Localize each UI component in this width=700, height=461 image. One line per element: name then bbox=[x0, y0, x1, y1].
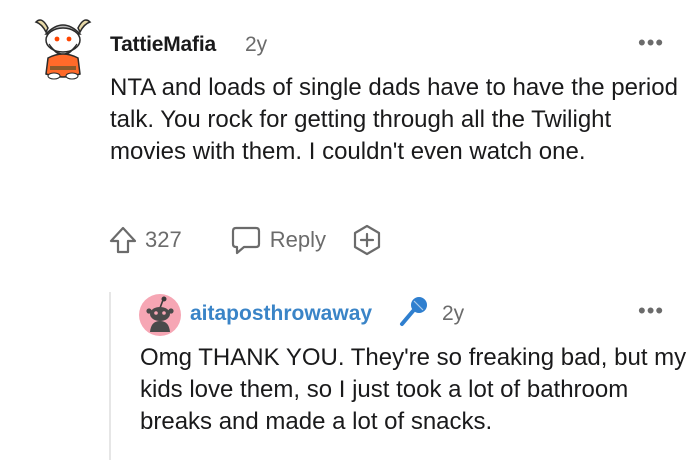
comment-actions: 327 Reply bbox=[107, 222, 384, 258]
upvote-button[interactable]: 327 bbox=[107, 224, 230, 256]
award-plus-icon[interactable] bbox=[350, 223, 384, 257]
reply-body: Omg THANK YOU. They're so freaking bad, … bbox=[140, 344, 687, 435]
more-options-icon[interactable]: ••• bbox=[638, 300, 664, 322]
reply-label: Reply bbox=[269, 227, 326, 252]
more-options-icon[interactable]: ••• bbox=[638, 32, 664, 54]
vote-score: 327 bbox=[145, 227, 182, 252]
reply-avatar[interactable] bbox=[139, 294, 181, 336]
reply-age: 2y bbox=[442, 302, 465, 325]
comment-body: NTA and loads of single dads have to hav… bbox=[110, 74, 678, 165]
microphone-icon bbox=[400, 297, 427, 326]
avatar[interactable] bbox=[34, 14, 92, 80]
upvote-icon bbox=[109, 226, 137, 254]
reply-icon bbox=[231, 226, 260, 255]
comment-age: 2y bbox=[245, 33, 268, 56]
reply-username[interactable]: aitaposthrowaway bbox=[190, 302, 372, 326]
thread-line[interactable] bbox=[109, 292, 111, 460]
comment-username[interactable]: TattieMafia bbox=[110, 33, 216, 57]
reply-button[interactable]: Reply bbox=[230, 225, 326, 255]
